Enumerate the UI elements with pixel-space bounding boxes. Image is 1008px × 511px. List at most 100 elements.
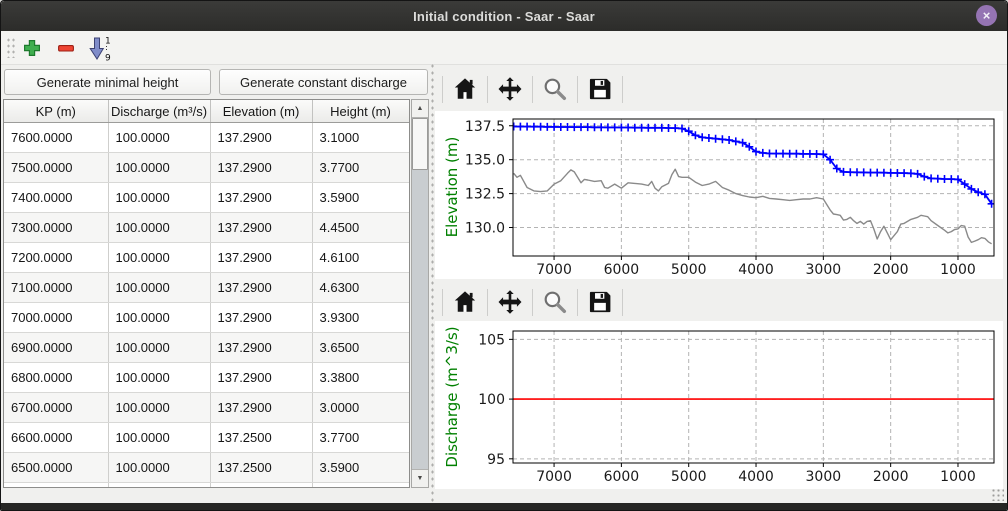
window-bottom-edge — [1, 503, 1007, 510]
resize-grip[interactable] — [991, 488, 1004, 501]
scroll-down-button[interactable]: ▼ — [412, 469, 428, 487]
table-cell[interactable]: 100.0000 — [108, 213, 210, 243]
table-cell[interactable]: 100.0000 — [108, 363, 210, 393]
scroll-thumb[interactable] — [412, 118, 428, 170]
table-cell[interactable]: 7600.0000 — [4, 123, 108, 153]
table-cell[interactable]: 6600.0000 — [4, 423, 108, 453]
table-cell[interactable]: 3.5900 — [312, 453, 409, 483]
elevation-axis-label: Elevation (m) — [443, 112, 463, 262]
svg-text:2000: 2000 — [873, 469, 909, 485]
table-cell[interactable]: 3.9300 — [312, 303, 409, 333]
table-row: 6600.0000100.0000137.25003.7700 — [4, 423, 409, 453]
svg-text:4000: 4000 — [738, 469, 774, 485]
discharge-plot[interactable]: 700060005000400030002000100095100105 — [435, 321, 1003, 489]
table-cell[interactable]: 100.0000 — [108, 303, 210, 333]
discharge-axis-label: Discharge (m^3/s) — [443, 322, 463, 472]
svg-text:7000: 7000 — [536, 469, 572, 485]
table-cell[interactable]: 7500.0000 — [4, 153, 108, 183]
table-cell[interactable]: 100.0000 — [108, 273, 210, 303]
table-cell[interactable]: 137.2900 — [210, 393, 312, 423]
table-cell[interactable]: 3.1000 — [312, 123, 409, 153]
generate-minimal-height-button[interactable]: Generate minimal height — [4, 69, 211, 95]
home-icon — [452, 76, 478, 102]
table-cell[interactable]: 137.2900 — [210, 333, 312, 363]
table-cell[interactable]: 6700.0000 — [4, 393, 108, 423]
table-cell[interactable]: 7400.0000 — [4, 183, 108, 213]
zoom-button[interactable] — [540, 287, 570, 317]
table-cell[interactable]: 137.2900 — [210, 153, 312, 183]
table-cell[interactable]: 6500.0000 — [4, 453, 108, 483]
table-cell[interactable]: 100.0000 — [108, 423, 210, 453]
table-cell[interactable]: 4.6300 — [312, 273, 409, 303]
zoom-button[interactable] — [540, 74, 570, 104]
remove-row-button[interactable] — [52, 34, 80, 62]
scroll-up-button[interactable]: ▲ — [412, 100, 428, 118]
table-cell[interactable]: 137.2500 — [210, 423, 312, 453]
column-header[interactable]: Elevation (m) — [210, 100, 312, 123]
svg-text:135.0: 135.0 — [465, 153, 505, 169]
table-cell[interactable]: 100.0000 — [108, 243, 210, 273]
column-header[interactable]: Height (m) — [312, 100, 409, 123]
save-button[interactable] — [585, 74, 615, 104]
table-cell[interactable]: 137.2500 — [210, 453, 312, 483]
table-cell[interactable]: 7200.0000 — [4, 243, 108, 273]
table-cell[interactable]: 3.7700 — [312, 423, 409, 453]
home-button[interactable] — [450, 287, 480, 317]
table-cell[interactable]: 7100.0000 — [4, 273, 108, 303]
table-row: 6900.0000100.0000137.29003.6500 — [4, 333, 409, 363]
save-button[interactable] — [585, 287, 615, 317]
close-icon: × — [983, 8, 991, 23]
table-cell[interactable]: 100.0000 — [108, 183, 210, 213]
table-cell[interactable]: 3.6500 — [312, 333, 409, 363]
pan-button[interactable] — [495, 287, 525, 317]
table-row: 7600.0000100.0000137.29003.1000 — [4, 123, 409, 153]
table-row: 6500.0000100.0000137.25003.5900 — [4, 453, 409, 483]
table-cell[interactable]: 100.0000 — [108, 393, 210, 423]
close-button[interactable]: × — [976, 5, 997, 26]
home-button[interactable] — [450, 74, 480, 104]
table-cell[interactable]: 137.2900 — [210, 303, 312, 333]
initial-condition-table: KP (m)Discharge (m³/s)Elevation (m)Heigh… — [3, 99, 410, 488]
table-cell[interactable]: 6900.0000 — [4, 333, 108, 363]
elevation-plot[interactable]: 7000600050004000300020001000130.0132.513… — [435, 111, 1003, 279]
table-cell[interactable]: 7000.0000 — [4, 303, 108, 333]
table-cell[interactable]: 137.2900 — [210, 273, 312, 303]
svg-text:130.0: 130.0 — [465, 221, 505, 237]
table-cell[interactable]: 137.2900 — [210, 243, 312, 273]
add-row-button[interactable] — [18, 34, 46, 62]
svg-text:1000: 1000 — [940, 469, 976, 485]
table-cell[interactable]: 137.2900 — [210, 213, 312, 243]
sort-number-bottom: 9 — [105, 53, 111, 62]
generate-constant-discharge-button[interactable]: Generate constant discharge — [219, 69, 428, 95]
table-cell[interactable]: 6800.0000 — [4, 363, 108, 393]
svg-text:100: 100 — [478, 392, 505, 408]
table-cell[interactable]: 137.2900 — [210, 183, 312, 213]
table-cell[interactable]: 137.2900 — [210, 123, 312, 153]
column-header[interactable]: KP (m) — [4, 100, 108, 123]
table-cell[interactable]: 7300.0000 — [4, 213, 108, 243]
table-cell[interactable]: 100.0000 — [108, 453, 210, 483]
sort-button[interactable]: 1 9 — [85, 34, 117, 62]
svg-text:4000: 4000 — [738, 262, 774, 278]
table-cell[interactable]: 100.0000 — [108, 153, 210, 183]
svg-text:5000: 5000 — [671, 469, 707, 485]
table-cell[interactable]: 137.2900 — [210, 363, 312, 393]
svg-text:6000: 6000 — [604, 262, 640, 278]
table-cell[interactable]: 3.5900 — [312, 183, 409, 213]
toolbar-grip[interactable] — [6, 37, 15, 58]
table-row: 7300.0000100.0000137.29004.4500 — [4, 213, 409, 243]
table-cell[interactable]: 3.7700 — [312, 153, 409, 183]
table-row: 7100.0000100.0000137.29004.6300 — [4, 273, 409, 303]
table-row: 7200.0000100.0000137.29004.6100 — [4, 243, 409, 273]
table-scrollbar[interactable]: ▲ ▼ — [411, 99, 429, 488]
table-cell[interactable]: 3.0000 — [312, 393, 409, 423]
table-cell[interactable]: 4.6100 — [312, 243, 409, 273]
table-cell[interactable]: 100.0000 — [108, 123, 210, 153]
column-header[interactable]: Discharge (m³/s) — [108, 100, 210, 123]
table-cell[interactable]: 100.0000 — [108, 333, 210, 363]
table-row: 6800.0000100.0000137.29003.3800 — [4, 363, 409, 393]
title-bar[interactable]: Initial condition - Saar - Saar × — [1, 1, 1007, 32]
pan-button[interactable] — [495, 74, 525, 104]
table-cell[interactable]: 3.3800 — [312, 363, 409, 393]
table-cell[interactable]: 4.4500 — [312, 213, 409, 243]
